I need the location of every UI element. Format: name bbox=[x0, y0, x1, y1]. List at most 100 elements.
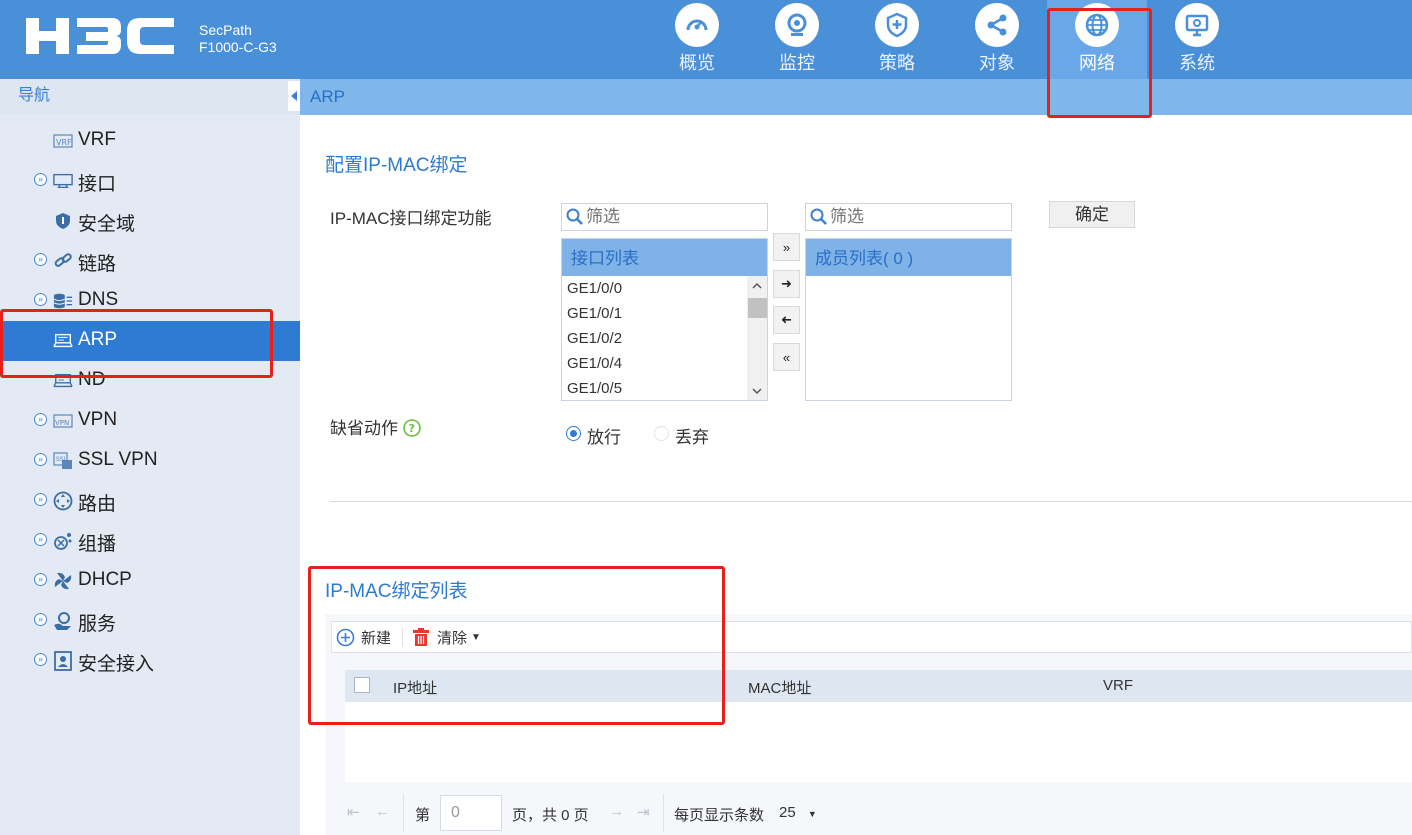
sidebar-item-dhcp[interactable]: » DHCP bbox=[0, 561, 300, 601]
scrollbar-thumb[interactable] bbox=[748, 298, 767, 318]
scrollbar[interactable] bbox=[747, 276, 767, 400]
nav-system[interactable]: 系统 bbox=[1147, 0, 1247, 79]
shield-icon bbox=[875, 3, 919, 47]
scroll-up-icon[interactable] bbox=[752, 282, 762, 289]
expand-icon[interactable]: » bbox=[34, 453, 47, 466]
expand-icon[interactable]: » bbox=[34, 613, 47, 626]
nav-object[interactable]: 对象 bbox=[947, 0, 1047, 79]
sidebar-item-link[interactable]: » 链路 bbox=[0, 241, 300, 281]
available-filter-input[interactable] bbox=[586, 206, 764, 228]
toolbar-separator bbox=[402, 628, 403, 646]
nav-overview-label: 概览 bbox=[679, 53, 715, 73]
sidebar-item-security-zone[interactable]: 安全域 bbox=[0, 201, 300, 241]
radio-allow[interactable]: 放行 bbox=[566, 423, 646, 447]
radio-drop[interactable]: 丢弃 bbox=[654, 423, 734, 447]
expand-icon[interactable]: » bbox=[34, 573, 47, 586]
expand-icon[interactable]: » bbox=[34, 293, 47, 306]
dhcp-icon bbox=[53, 572, 73, 590]
config-section-title: 配置IP-MAC绑定 bbox=[325, 155, 468, 176]
device-model: SecPath F1000-C-G3 bbox=[199, 22, 277, 56]
pagination: ⇤ ← 第 0 页，共 0 页 → ⇥ 每页显示条数 25 ▼ bbox=[345, 794, 1412, 832]
move-left-button[interactable]: ➜ bbox=[773, 306, 800, 334]
nav-policy[interactable]: 策略 bbox=[847, 0, 947, 79]
sidebar-item-vpn[interactable]: » VPN VPN bbox=[0, 401, 300, 441]
available-filter[interactable] bbox=[561, 203, 768, 231]
column-mac[interactable]: MAC地址 bbox=[748, 677, 811, 698]
move-all-left-button[interactable]: « bbox=[773, 343, 800, 371]
interface-list[interactable]: 接口列表 GE1/0/0 GE1/0/1 GE1/0/2 GE1/0/4 GE1… bbox=[561, 238, 768, 401]
column-ip[interactable]: IP地址 bbox=[393, 677, 437, 698]
monitor-icon bbox=[1175, 3, 1219, 47]
per-page-select[interactable]: 25 ▼ bbox=[779, 804, 817, 821]
expand-icon[interactable]: » bbox=[34, 533, 47, 546]
sidebar-item-label: 链路 bbox=[78, 254, 117, 275]
expand-icon[interactable]: » bbox=[34, 173, 47, 186]
expand-icon[interactable]: » bbox=[34, 253, 47, 266]
list-item[interactable]: GE1/0/0 bbox=[562, 276, 767, 301]
sidebar-item-secure-access[interactable]: » 安全接入 bbox=[0, 641, 300, 681]
sidebar-item-label: VPN bbox=[78, 409, 118, 430]
list-item[interactable]: GE1/0/4 bbox=[562, 351, 767, 376]
sidebar-item-multicast[interactable]: » 组播 bbox=[0, 521, 300, 561]
move-right-button[interactable]: ➜ bbox=[773, 270, 800, 298]
member-list[interactable]: 成员列表( 0 ) bbox=[805, 238, 1012, 401]
nd-icon bbox=[53, 372, 73, 390]
double-arrow-right-icon: » bbox=[782, 239, 791, 255]
nav-policy-label: 策略 bbox=[879, 53, 915, 73]
vpn-icon: VPN bbox=[53, 412, 73, 430]
nav-overview[interactable]: 概览 bbox=[647, 0, 747, 79]
nav-network-label: 网络 bbox=[1079, 53, 1115, 73]
sidebar-item-interface[interactable]: » 接口 bbox=[0, 161, 300, 201]
top-header: SecPath F1000-C-G3 概览 监控 策略 对象 网络 系统 bbox=[0, 0, 1412, 115]
table-header: IP地址 MAC地址 VRF bbox=[345, 670, 1412, 702]
list-item[interactable]: GE1/0/5 bbox=[562, 376, 767, 400]
expand-icon[interactable]: » bbox=[34, 653, 47, 666]
move-all-right-button[interactable]: » bbox=[773, 233, 800, 261]
nav-monitor[interactable]: 监控 bbox=[747, 0, 847, 79]
sidebar-item-vrf[interactable]: VRF VRF bbox=[0, 121, 300, 161]
table-body bbox=[345, 702, 1412, 782]
svg-text:VRF: VRF bbox=[56, 138, 72, 147]
sidebar-item-label: ARP bbox=[78, 329, 118, 350]
radio-drop-button[interactable] bbox=[654, 426, 669, 441]
routing-icon bbox=[53, 491, 73, 511]
prev-page-icon[interactable]: ← bbox=[375, 803, 390, 820]
new-button[interactable]: 新建 bbox=[336, 627, 391, 648]
next-page-icon[interactable]: → bbox=[609, 803, 624, 820]
clear-button[interactable]: 清除 ▼ bbox=[412, 627, 481, 648]
scroll-down-icon[interactable] bbox=[752, 388, 762, 395]
last-page-icon[interactable]: ⇥ bbox=[637, 803, 650, 821]
expand-icon[interactable]: » bbox=[34, 493, 47, 506]
list-item[interactable]: GE1/0/1 bbox=[562, 301, 767, 326]
h3c-logo bbox=[26, 18, 174, 54]
list-item[interactable]: GE1/0/2 bbox=[562, 326, 767, 351]
sidebar-item-label: 安全接入 bbox=[78, 654, 155, 675]
sidebar-item-routing[interactable]: » 路由 bbox=[0, 481, 300, 521]
member-filter-input[interactable] bbox=[830, 206, 1008, 228]
radio-allow-label: 放行 bbox=[587, 428, 621, 447]
sidebar-item-nd[interactable]: ND bbox=[0, 361, 300, 401]
sidebar-title: 导航 bbox=[18, 87, 51, 104]
column-vrf[interactable]: VRF bbox=[1103, 677, 1133, 694]
breadcrumb: ARP bbox=[300, 79, 1412, 115]
binding-table: 新建 清除 ▼ IP地址 MAC地址 VRF ⇤ ← 第 0 页，共 0 页 →… bbox=[325, 614, 1412, 835]
select-all-checkbox[interactable] bbox=[354, 677, 370, 693]
sidebar-item-arp[interactable]: ARP bbox=[0, 321, 300, 361]
sidebar-item-label: DHCP bbox=[78, 569, 132, 590]
sidebar-item-dns[interactable]: » DNS bbox=[0, 281, 300, 321]
sidebar-item-ssl-vpn[interactable]: » SSL SSL VPN bbox=[0, 441, 300, 481]
sidebar-item-service[interactable]: » 服务 bbox=[0, 601, 300, 641]
member-filter[interactable] bbox=[805, 203, 1012, 231]
database-icon bbox=[53, 292, 73, 310]
arp-icon bbox=[53, 332, 73, 350]
collapse-sidebar-button[interactable] bbox=[288, 81, 300, 111]
clear-button-label: 清除 bbox=[437, 630, 468, 647]
confirm-button[interactable]: 确定 bbox=[1049, 201, 1135, 228]
help-icon[interactable]: ? bbox=[402, 419, 421, 437]
member-list-header: 成员列表( 0 ) bbox=[806, 239, 1011, 276]
radio-allow-button[interactable] bbox=[566, 426, 581, 441]
page-number-input[interactable]: 0 bbox=[440, 795, 502, 831]
first-page-icon[interactable]: ⇤ bbox=[347, 803, 360, 821]
expand-icon[interactable]: » bbox=[34, 413, 47, 426]
svg-text:VPN: VPN bbox=[55, 419, 69, 427]
